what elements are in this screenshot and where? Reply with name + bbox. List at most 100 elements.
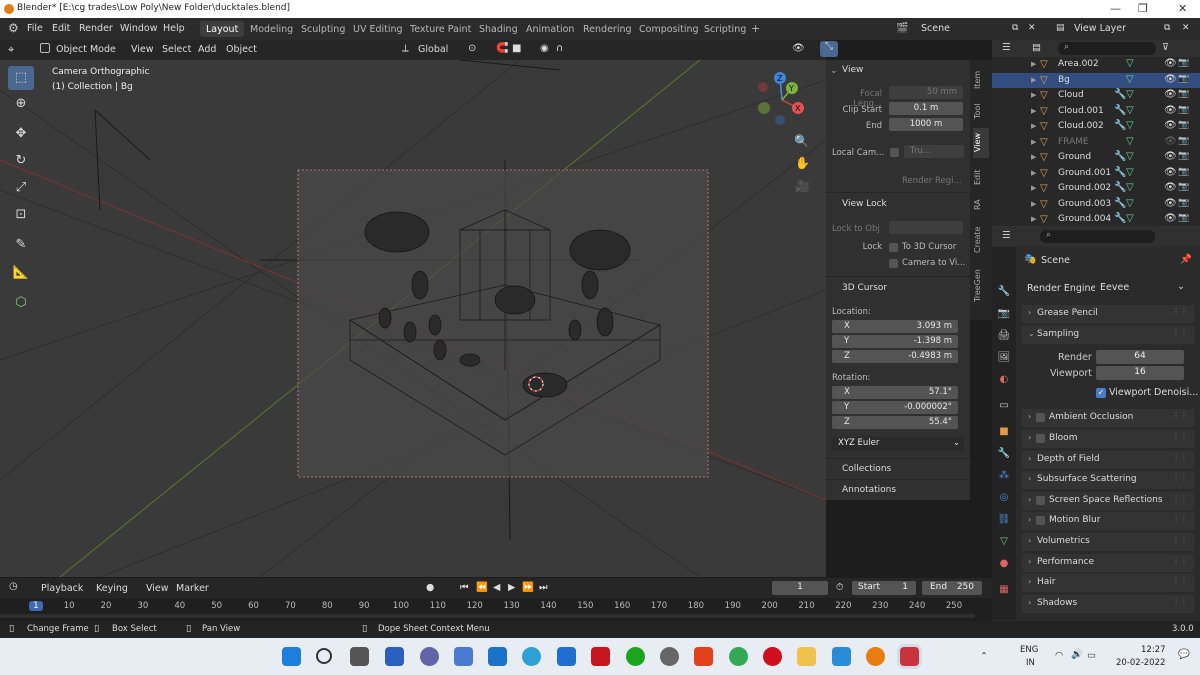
playhead-frame[interactable]: 1 [29,601,43,611]
panel-enable-checkbox[interactable] [1036,516,1045,525]
play-reverse-icon[interactable]: ◀ [493,582,500,593]
pan-hand-icon[interactable]: ✋ [795,156,810,170]
drag-handle-icon[interactable]: ⋮⋮ [1172,597,1188,606]
jump-keyframe-forward-icon[interactable]: ⏩ [522,582,534,593]
render-camera-icon[interactable]: 📷 [1178,58,1189,68]
object-mode-dropdown[interactable]: Object Mode [56,44,116,55]
visibility-eye-icon[interactable]: 👁 [1164,167,1177,178]
tab-layout[interactable]: Layout [200,21,245,37]
start-button-icon[interactable] [282,647,301,666]
rotate-tool-icon[interactable]: ↻ [8,149,34,173]
new-scene-icon[interactable]: ⧉ [1012,23,1018,33]
timeline-view-menu[interactable]: View [146,583,169,594]
panel-enable-checkbox[interactable] [1036,434,1045,443]
visibility-eye-icon[interactable]: 👁 [1164,105,1177,116]
add-cube-tool-icon[interactable]: ⬡ [8,291,34,315]
photos-app-icon[interactable] [454,647,473,666]
tab-treegen[interactable]: TreeGen [973,264,989,308]
outliner-row[interactable]: ▶ ▽ Ground.002 🔧 ▽ 👁 📷 [992,181,1200,196]
add-workspace-button[interactable]: + [745,19,766,35]
expand-arrow-icon[interactable]: ▶ [1031,184,1036,192]
office-app-icon[interactable] [694,647,713,666]
drag-handle-icon[interactable]: ⋮⋮ [1172,514,1188,523]
render-camera-icon[interactable]: 📷 [1178,120,1189,130]
panel-hair[interactable]: › Hair ⋮⋮ [1022,574,1194,592]
outliner-row[interactable]: ▶ ▽ Cloud.001 🔧 ▽ 👁 📷 [992,104,1200,119]
visibility-eye-icon[interactable]: 👁 [1164,120,1177,131]
view-layer-properties-icon[interactable]: 🖼 [997,351,1011,365]
collections-header[interactable]: Collections [842,464,891,474]
cursor-location-y[interactable]: Y -1.398 m [832,335,958,348]
xbox-icon[interactable] [626,647,645,666]
timeline-scrollbar[interactable] [0,614,975,618]
close-button[interactable]: ✕ [1178,2,1187,15]
snap-icon[interactable]: 🧲 [496,43,508,54]
tab-item[interactable]: Item [973,66,989,94]
menu-render[interactable]: Render [79,23,113,34]
local-camera-field[interactable]: Tru... [904,145,964,158]
select-box-tool-icon[interactable]: ⬚ [8,66,34,90]
lens-app-icon[interactable] [557,647,576,666]
outliner-search-input[interactable]: ⌕ [1058,42,1156,55]
render-camera-icon[interactable]: 📷 [1178,167,1189,177]
viewport-samples-field[interactable]: 16 [1096,366,1184,380]
drag-handle-icon[interactable]: ⋮⋮ [1172,453,1188,462]
outliner-row[interactable]: ▶ ▽ Cloud.002 🔧 ▽ 👁 📷 [992,119,1200,134]
render-samples-field[interactable]: 64 [1096,350,1184,364]
cursor-rotation-x[interactable]: X 57.1° [832,386,958,399]
expand-arrow-icon[interactable]: ▶ [1031,200,1036,208]
render-camera-icon[interactable]: 📷 [1178,151,1189,161]
render-engine-dropdown[interactable]: Eevee ⌄ [1095,280,1189,295]
jump-start-icon[interactable]: ⏮ [460,582,469,593]
properties-editor-icon[interactable]: ☰ [1002,230,1011,241]
delete-view-layer-icon[interactable]: ✕ [1182,23,1190,33]
output-properties-icon[interactable]: 🖨 [997,329,1011,343]
cursor-tool-icon[interactable]: ⊕ [8,92,34,116]
outliner-row[interactable]: ▶ ▽ Ground.001 🔧 ▽ 👁 📷 [992,166,1200,181]
camera-view-icon[interactable]: 🎥 [795,179,810,193]
panel-bloom[interactable]: › Bloom ⋮⋮ [1022,430,1194,448]
annotate-tool-icon[interactable]: ✎ [8,233,34,257]
falloff-icon[interactable]: ∩ [556,43,563,54]
expand-arrow-icon[interactable]: ▶ [1031,215,1036,223]
tab-view[interactable]: View [973,128,989,158]
panel-subsurface-scattering[interactable]: › Subsurface Scattering ⋮⋮ [1022,471,1194,489]
search-icon[interactable] [316,648,332,664]
tab-animation[interactable]: Animation [520,21,580,37]
keying-menu[interactable]: Keying [96,583,128,594]
tab-uv-editing[interactable]: UV Editing [347,21,409,37]
visibility-eye-icon[interactable]: 👁 [1164,182,1177,193]
tool-settings-icon[interactable]: 🔧 [997,285,1011,299]
camera-to-view-checkbox[interactable] [889,259,898,268]
menu-window[interactable]: Window [120,23,157,34]
navigation-gizmo[interactable]: X Z Y [754,70,810,130]
data-properties-icon[interactable]: ▽ [997,535,1011,549]
downloads-app-icon[interactable] [832,647,851,666]
measure-tool-icon[interactable]: 📐 [8,261,34,285]
visibility-eye-icon[interactable]: 👁 [1164,58,1177,69]
drag-handle-icon[interactable]: ⋮⋮ [1172,556,1188,565]
particles-properties-icon[interactable]: ⁂ [997,469,1011,483]
outliner-row[interactable]: ▶ ▽ Cloud 🔧 ▽ 👁 📷 [992,88,1200,103]
render-camera-icon[interactable]: 📷 [1178,89,1189,99]
collection-properties-icon[interactable]: ▭ [997,399,1011,413]
modifier-properties-icon[interactable]: 🔧 [997,447,1011,461]
opera-browser-icon[interactable] [763,647,782,666]
tab-edit[interactable]: Edit [973,164,989,190]
transform-orientation-dropdown[interactable]: Global [418,44,448,55]
3d-cursor-header[interactable]: 3D Cursor [842,283,887,293]
record-icon[interactable]: ● [426,582,434,593]
tab-create[interactable]: Create [973,222,989,258]
tab-modeling[interactable]: Modeling [244,21,299,37]
viewport-menu-add[interactable]: Add [198,44,216,55]
language-code[interactable]: ENG [1020,645,1038,655]
menu-edit[interactable]: Edit [52,23,70,34]
drag-handle-icon[interactable]: ⋮⋮ [1172,535,1188,544]
expand-arrow-icon[interactable]: ▶ [1031,122,1036,130]
visibility-eye-icon[interactable]: 👁 [1164,151,1177,162]
proportional-edit-icon[interactable]: ◉ [540,43,549,54]
expand-arrow-icon[interactable]: ▶ [1031,169,1036,177]
local-camera-checkbox[interactable] [890,148,899,157]
cursor-location-z[interactable]: Z -0.4983 m [832,350,958,363]
drag-handle-icon[interactable]: ⋮⋮ [1172,494,1188,503]
